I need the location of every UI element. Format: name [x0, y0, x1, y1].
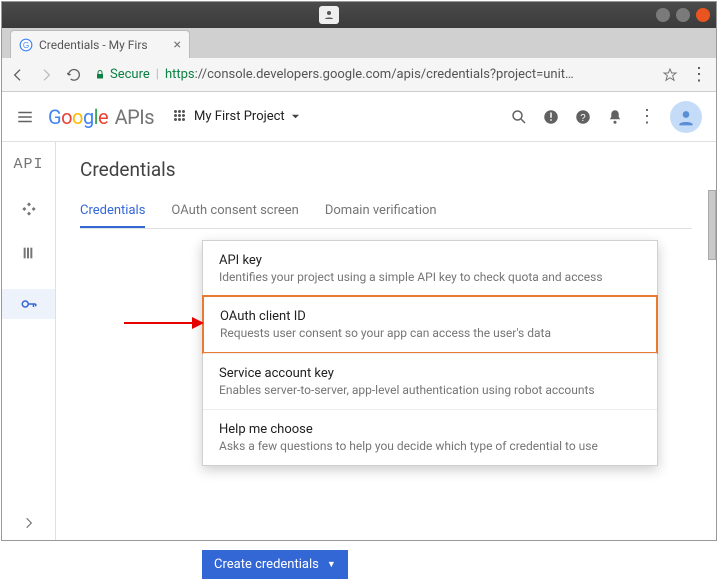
left-rail: API — [2, 142, 56, 540]
menu-item-oauth-client-id[interactable]: OAuth client ID Requests user consent so… — [202, 295, 658, 354]
chevron-right-icon — [22, 516, 36, 530]
user-avatar[interactable] — [670, 101, 702, 133]
menu-item-title: API key — [219, 253, 641, 268]
scrollbar[interactable] — [708, 190, 716, 260]
chevron-down-icon — [291, 112, 300, 121]
caret-down-icon: ▼ — [327, 559, 336, 570]
menu-item-title: OAuth client ID — [220, 309, 640, 324]
hamburger-icon[interactable] — [16, 108, 34, 126]
page-content: Google APIs My First Project ? ⋮ API — [2, 92, 716, 540]
create-credentials-button[interactable]: Create credentials ▼ — [202, 550, 348, 579]
project-name: My First Project — [194, 109, 285, 124]
forward-icon — [38, 67, 54, 83]
library-icon[interactable] — [21, 245, 37, 261]
menu-item-title: Help me choose — [219, 422, 641, 437]
menu-item-api-key[interactable]: API key Identifies your project using a … — [203, 241, 657, 296]
browser-tab[interactable]: G Credentials - My Firs × — [10, 30, 190, 58]
secure-label: Secure — [110, 67, 150, 82]
bell-icon[interactable] — [606, 108, 624, 126]
page-title: Credentials — [80, 158, 692, 181]
search-icon[interactable] — [510, 108, 528, 126]
lock-icon — [94, 69, 106, 81]
window-user-badge[interactable] — [319, 6, 339, 24]
browser-menu-icon[interactable]: ⋮ — [690, 64, 708, 85]
window-minimize[interactable] — [656, 8, 670, 22]
help-icon[interactable]: ? — [574, 108, 592, 126]
menu-item-title: Service account key — [219, 366, 641, 381]
menu-item-desc: Identifies your project using a simple A… — [219, 270, 641, 284]
window-maximize[interactable] — [676, 8, 690, 22]
url-text: https://console.developers.google.com/ap… — [165, 67, 574, 82]
menu-item-desc: Enables server-to-server, app-level auth… — [219, 383, 641, 397]
window-close[interactable] — [696, 8, 710, 22]
address-bar: Secure | https://console.developers.goog… — [2, 58, 716, 92]
create-credentials-label: Create credentials — [214, 557, 319, 572]
app-header: Google APIs My First Project ? ⋮ — [2, 92, 716, 142]
dashboard-icon[interactable] — [21, 201, 37, 217]
menu-item-desc: Asks a few questions to help you decide … — [219, 439, 641, 453]
rail-expand[interactable] — [22, 516, 36, 530]
browser-window: G Credentials - My Firs × Secure | https… — [1, 1, 717, 541]
alert-icon[interactable] — [542, 108, 560, 126]
tab-oauth-consent[interactable]: OAuth consent screen — [171, 195, 298, 228]
google-apis-logo[interactable]: Google APIs — [48, 105, 154, 129]
tab-credentials[interactable]: Credentials — [80, 195, 145, 228]
secure-indicator: Secure — [94, 67, 150, 82]
project-icon — [174, 110, 188, 124]
bookmark-star-icon[interactable] — [662, 67, 678, 83]
key-icon — [20, 295, 38, 313]
app-menu-icon[interactable]: ⋮ — [638, 106, 656, 127]
subtabs: Credentials OAuth consent screen Domain … — [80, 195, 692, 229]
tab-strip: G Credentials - My Firs × — [2, 28, 716, 58]
annotation-arrow — [124, 315, 204, 331]
url-field[interactable]: Secure | https://console.developers.goog… — [94, 67, 650, 82]
create-credentials-menu: API key Identifies your project using a … — [202, 240, 658, 466]
svg-text:G: G — [23, 40, 29, 49]
menu-item-service-account-key[interactable]: Service account key Enables server-to-se… — [203, 353, 657, 409]
menu-item-help-me-choose[interactable]: Help me choose Asks a few questions to h… — [203, 409, 657, 465]
tab-domain-verification[interactable]: Domain verification — [325, 195, 437, 228]
google-favicon-icon: G — [19, 38, 33, 52]
reload-icon[interactable] — [66, 67, 82, 83]
tab-close-icon[interactable]: × — [174, 37, 181, 53]
project-picker[interactable]: My First Project — [174, 109, 300, 124]
credentials-rail-item[interactable] — [2, 289, 55, 319]
back-icon[interactable] — [10, 67, 26, 83]
menu-item-desc: Requests user consent so your app can ac… — [220, 326, 640, 340]
tab-title: Credentials - My Firs — [39, 38, 148, 52]
window-titlebar — [2, 2, 716, 28]
rail-api-label[interactable]: API — [13, 156, 43, 173]
svg-text:?: ? — [580, 112, 586, 123]
